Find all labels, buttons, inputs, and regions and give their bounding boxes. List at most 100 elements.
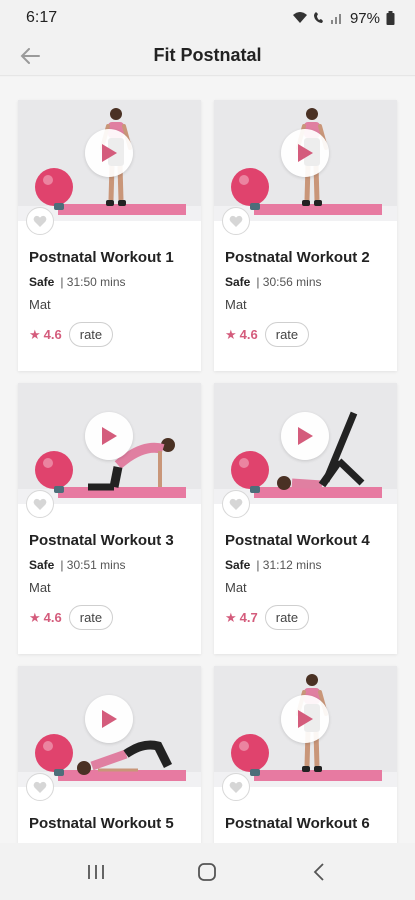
- rating-row: ★ 4.6 rate: [29, 605, 201, 630]
- status-bar: 6:17 97%: [0, 0, 415, 36]
- favorite-button[interactable]: [222, 207, 250, 235]
- rate-button[interactable]: rate: [264, 605, 310, 630]
- favorite-button[interactable]: [222, 490, 250, 518]
- play-icon: [102, 427, 117, 445]
- exercise-ball: [231, 168, 269, 206]
- favorite-button[interactable]: [222, 773, 250, 801]
- workout-card[interactable]: Postnatal Workout 6 Safe | 31:34 mins Ma…: [214, 666, 397, 843]
- rating-value: 4.6: [43, 610, 62, 625]
- wifi-calling-icon: [313, 12, 323, 23]
- star-icon: ★: [225, 326, 237, 342]
- workout-meta: Safe | 31:50 mins: [29, 275, 201, 289]
- play-icon: [102, 144, 117, 162]
- exercise-ball: [231, 734, 269, 772]
- back-arrow-icon: [20, 48, 40, 64]
- yoga-mat: [58, 487, 186, 498]
- status-right: 97%: [292, 10, 395, 27]
- safety-label: Safe: [29, 558, 55, 572]
- workout-title: Postnatal Workout 2: [225, 249, 370, 266]
- workout-thumbnail[interactable]: [18, 100, 201, 221]
- workout-card[interactable]: Postnatal Workout 1 Safe | 31:50 mins Ma…: [18, 100, 201, 371]
- rate-button[interactable]: rate: [68, 605, 114, 630]
- play-button[interactable]: [85, 129, 133, 177]
- home-icon: [198, 862, 217, 881]
- rate-button[interactable]: rate: [264, 322, 310, 347]
- play-icon: [298, 710, 313, 728]
- equipment-label: Mat: [29, 297, 51, 312]
- rating-value: 4.6: [239, 327, 258, 342]
- back-icon: [313, 862, 324, 881]
- favorite-button[interactable]: [26, 207, 54, 235]
- card-body: Postnatal Workout 2 Safe | 30:56 mins Ma…: [214, 221, 397, 347]
- heart-icon: [229, 781, 243, 793]
- workout-thumbnail[interactable]: [214, 383, 397, 504]
- wifi-icon: [292, 12, 307, 23]
- heart-icon: [229, 498, 243, 510]
- play-icon: [102, 710, 117, 728]
- recent-apps-button[interactable]: [76, 852, 116, 892]
- battery-icon: [386, 11, 395, 25]
- heart-icon: [229, 215, 243, 227]
- heart-icon: [33, 498, 47, 510]
- star-icon: ★: [225, 609, 237, 625]
- equipment-label: Mat: [29, 580, 51, 595]
- workout-thumbnail[interactable]: [214, 666, 397, 787]
- duration-label: | 30:51 mins: [60, 558, 126, 572]
- play-button[interactable]: [85, 412, 133, 460]
- workout-title: Postnatal Workout 3: [29, 532, 174, 549]
- yoga-mat: [58, 770, 186, 781]
- home-button[interactable]: [187, 852, 227, 892]
- workout-list[interactable]: Postnatal Workout 1 Safe | 31:50 mins Ma…: [0, 77, 415, 843]
- rate-button[interactable]: rate: [68, 322, 114, 347]
- play-icon: [298, 144, 313, 162]
- card-body: Postnatal Workout 4 Safe | 31:12 mins Ma…: [214, 504, 397, 630]
- favorite-button[interactable]: [26, 490, 54, 518]
- workout-card[interactable]: Postnatal Workout 5 Safe | 31:56 mins Ma…: [18, 666, 201, 843]
- rating-value: 4.6: [43, 327, 62, 342]
- recent-apps-icon: [87, 864, 104, 879]
- back-nav-button[interactable]: [299, 852, 339, 892]
- star-icon: ★: [29, 609, 41, 625]
- play-button[interactable]: [281, 412, 329, 460]
- workout-card[interactable]: Postnatal Workout 4 Safe | 31:12 mins Ma…: [214, 383, 397, 654]
- workout-thumbnail[interactable]: [18, 383, 201, 504]
- workout-title: Postnatal Workout 4: [225, 532, 370, 549]
- app-header: Fit Postnatal: [0, 36, 415, 76]
- system-nav-bar: [0, 843, 415, 900]
- workout-thumbnail[interactable]: [18, 666, 201, 787]
- play-button[interactable]: [85, 695, 133, 743]
- battery-percent: 97%: [349, 9, 380, 27]
- exercise-ball: [35, 451, 73, 489]
- exercise-ball: [231, 451, 269, 489]
- duration-label: | 31:50 mins: [60, 275, 126, 289]
- workout-card[interactable]: Postnatal Workout 2 Safe | 30:56 mins Ma…: [214, 100, 397, 371]
- workout-card[interactable]: Postnatal Workout 3 Safe | 30:51 mins Ma…: [18, 383, 201, 654]
- exercise-ball: [35, 734, 73, 772]
- safety-label: Safe: [225, 558, 251, 572]
- play-button[interactable]: [281, 695, 329, 743]
- play-button[interactable]: [281, 129, 329, 177]
- exercise-ball: [35, 168, 73, 206]
- duration-label: | 30:56 mins: [256, 275, 322, 289]
- card-body: Postnatal Workout 3 Safe | 30:51 mins Ma…: [18, 504, 201, 630]
- workout-title: Postnatal Workout 1: [29, 249, 174, 266]
- workout-meta: Safe | 30:51 mins: [29, 558, 201, 572]
- back-button[interactable]: [12, 38, 48, 74]
- star-icon: ★: [29, 326, 41, 342]
- safety-label: Safe: [225, 275, 251, 289]
- status-icons: [292, 11, 344, 25]
- equipment-label: Mat: [225, 297, 247, 312]
- workout-title: Postnatal Workout 6: [225, 815, 370, 832]
- duration-label: | 31:12 mins: [256, 558, 322, 572]
- rating-value: 4.7: [239, 610, 258, 625]
- workout-thumbnail[interactable]: [214, 100, 397, 221]
- rating-row: ★ 4.6 rate: [225, 322, 397, 347]
- workout-meta: Safe | 30:56 mins: [225, 275, 397, 289]
- heart-icon: [33, 215, 47, 227]
- workout-meta: Safe | 31:12 mins: [225, 558, 397, 572]
- workout-grid: Postnatal Workout 1 Safe | 31:50 mins Ma…: [18, 100, 398, 843]
- equipment-label: Mat: [225, 580, 247, 595]
- rating-row: ★ 4.6 rate: [29, 322, 201, 347]
- favorite-button[interactable]: [26, 773, 54, 801]
- card-body: Postnatal Workout 1 Safe | 31:50 mins Ma…: [18, 221, 201, 347]
